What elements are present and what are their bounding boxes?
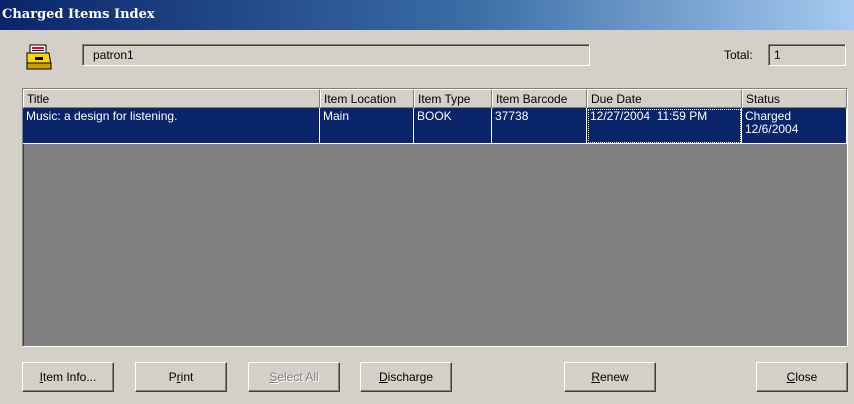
total-label: Total:: [724, 48, 753, 62]
cell-status[interactable]: Charged 12/6/2004: [742, 108, 847, 144]
cell-item-location[interactable]: Main: [320, 108, 414, 144]
close-label: lose: [795, 370, 818, 384]
item-info-button[interactable]: Item Info...: [22, 362, 114, 392]
column-header-due-date[interactable]: Due Date: [587, 89, 742, 108]
discharge-button[interactable]: Discharge: [360, 362, 452, 392]
select-all-label: elect All: [277, 370, 319, 384]
select-all-button[interactable]: Select All: [248, 362, 340, 392]
print-label-pre: P: [168, 370, 177, 384]
item-info-label: tem Info...: [42, 370, 97, 384]
column-header-title[interactable]: Title: [23, 89, 320, 108]
card-file-box-icon: [24, 43, 54, 73]
discharge-label: ischarge: [387, 370, 434, 384]
column-header-status[interactable]: Status: [742, 89, 847, 108]
table-row[interactable]: Music: a design for listening. Main BOOK…: [23, 108, 847, 144]
grid-header: Title Item Location Item Type Item Barco…: [23, 89, 847, 108]
column-header-item-barcode[interactable]: Item Barcode: [492, 89, 587, 108]
cell-item-type[interactable]: BOOK: [414, 108, 492, 144]
renew-button[interactable]: Renew: [564, 362, 656, 392]
charged-items-grid[interactable]: Title Item Location Item Type Item Barco…: [22, 88, 848, 347]
column-header-item-location[interactable]: Item Location: [320, 89, 414, 108]
total-field: 1: [768, 44, 846, 66]
cell-title[interactable]: Music: a design for listening.: [23, 108, 320, 144]
close-button[interactable]: Close: [756, 362, 848, 392]
discharge-accel: D: [378, 370, 388, 384]
column-header-item-type[interactable]: Item Type: [414, 89, 492, 108]
status-line-2: 12/6/2004: [745, 122, 799, 136]
print-label-rest: int: [180, 370, 194, 384]
cell-item-barcode[interactable]: 37738: [492, 108, 587, 144]
window-title: Charged Items Index: [0, 0, 854, 30]
renew-label: enew: [599, 370, 629, 384]
cell-due-date[interactable]: 12/27/2004 11:59 PM: [587, 108, 742, 144]
patron-field[interactable]: patron1: [82, 44, 590, 66]
print-button[interactable]: Print: [135, 362, 227, 392]
renew-accel: R: [591, 370, 600, 384]
